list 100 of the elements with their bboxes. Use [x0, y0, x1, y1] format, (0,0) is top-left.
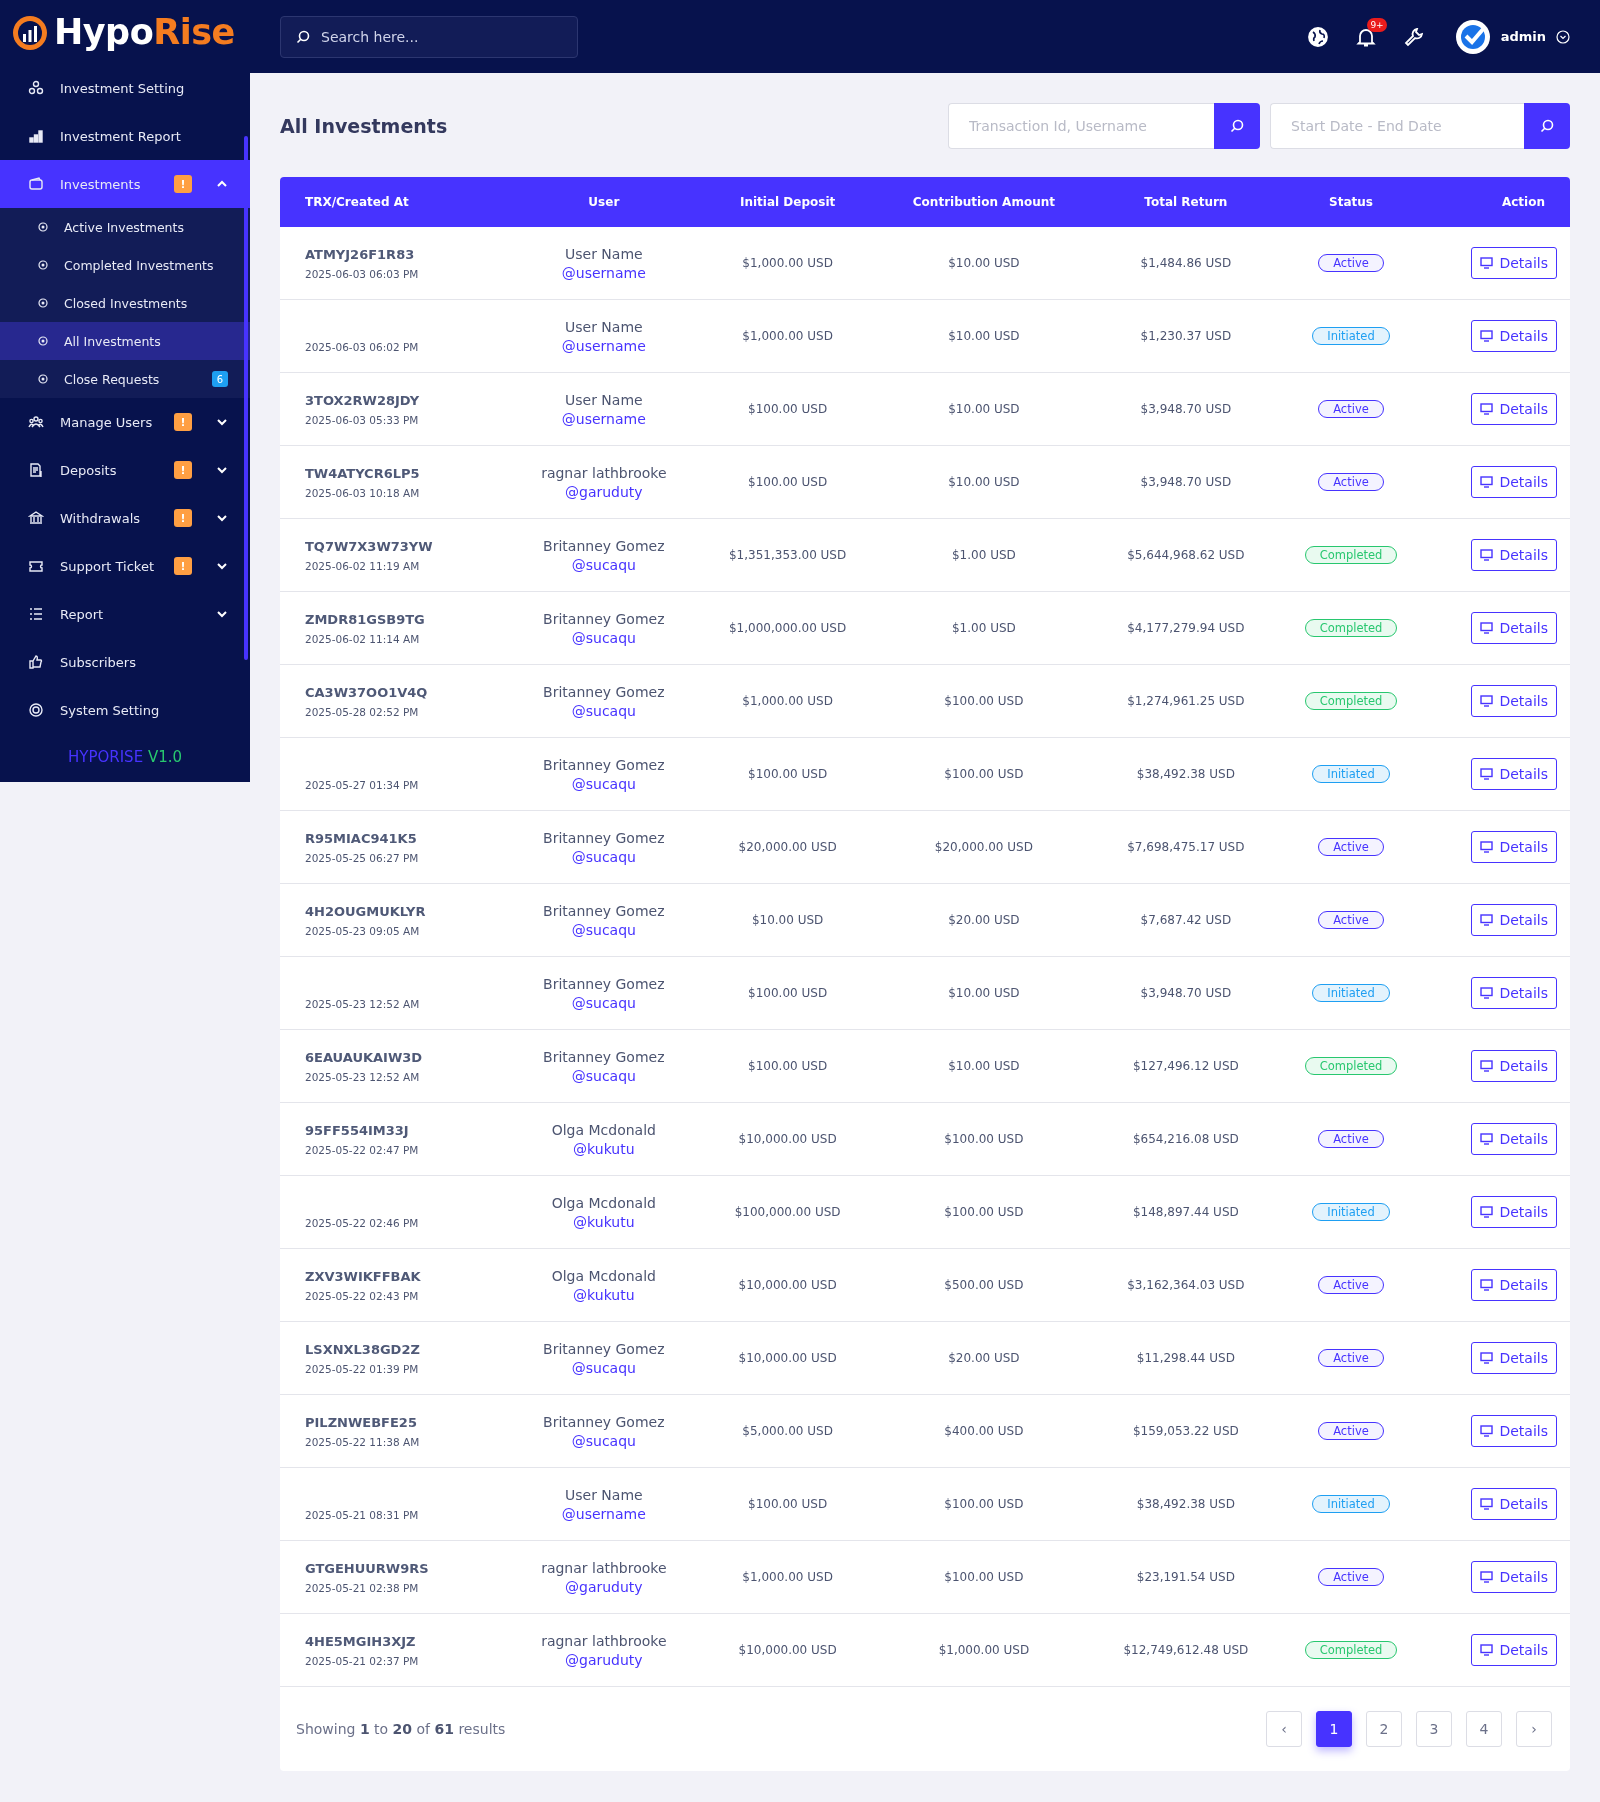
transaction-id: ZMDR81GSB9TG	[305, 611, 426, 628]
username-link[interactable]: @garuduty	[509, 483, 698, 500]
username-link[interactable]: @sucaqu	[509, 994, 698, 1011]
details-button[interactable]: Details	[1471, 904, 1557, 936]
sidebar-item[interactable]: Investments !	[0, 160, 250, 208]
created-date: 2025-06-02 11:19 AM	[305, 559, 421, 572]
sidebar-item[interactable]: Subscribers	[0, 638, 250, 686]
page-button[interactable]: 2	[1366, 1711, 1402, 1747]
username-link[interactable]: @sucaqu	[509, 848, 698, 865]
username-link[interactable]: @sucaqu	[509, 556, 698, 573]
details-button[interactable]: Details	[1471, 1561, 1557, 1593]
username-link[interactable]: @sucaqu	[509, 629, 698, 646]
globe-icon[interactable]	[1306, 25, 1329, 48]
details-button[interactable]: Details	[1471, 1123, 1557, 1155]
details-button[interactable]: Details	[1471, 1269, 1557, 1301]
table-cell: $23,191.54 USD	[1091, 1540, 1281, 1614]
table-cell: $11,298.44 USD	[1091, 1321, 1281, 1395]
user-name: Olga Mcdonald	[550, 1267, 657, 1284]
user-name: Olga Mcdonald	[550, 1194, 657, 1211]
monitor-icon	[1480, 695, 1494, 707]
monitor-icon	[1480, 987, 1494, 999]
details-button[interactable]: Details	[1471, 539, 1557, 571]
column-header: Action	[1421, 177, 1570, 227]
table-cell: $20,000.00 USD	[698, 810, 877, 884]
page-button[interactable]: ‹	[1266, 1711, 1302, 1747]
chevron-icon	[216, 560, 228, 572]
username-link[interactable]: @garuduty	[509, 1651, 698, 1668]
sidebar-item[interactable]: Investment Report	[0, 112, 250, 160]
sidebar-item[interactable]: Support Ticket !	[0, 542, 250, 590]
monitor-icon	[1480, 841, 1494, 853]
username-link[interactable]: @sucaqu	[509, 1067, 698, 1084]
table-cell: $1,000.00 USD	[698, 299, 877, 373]
submenu-item[interactable]: Closed Investments	[0, 284, 250, 322]
details-button[interactable]: Details	[1471, 977, 1557, 1009]
details-button[interactable]: Details	[1471, 393, 1557, 425]
submenu-item[interactable]: Active Investments	[0, 208, 250, 246]
search-field[interactable]: Search here...	[280, 15, 578, 58]
details-button[interactable]: Details	[1471, 685, 1557, 717]
details-button[interactable]: Details	[1471, 247, 1557, 279]
username-link[interactable]: @username	[509, 337, 698, 354]
username-link[interactable]: @sucaqu	[509, 702, 698, 719]
table-cell: $1,000.00 USD	[876, 1613, 1092, 1687]
status-badge: Initiated	[1312, 327, 1390, 345]
details-button[interactable]: Details	[1471, 1634, 1557, 1666]
sidebar-item[interactable]: Withdrawals !	[0, 494, 250, 542]
details-button[interactable]: Details	[1471, 1196, 1557, 1228]
username-link[interactable]: @kukutu	[509, 1140, 698, 1157]
page-button[interactable]: ›	[1516, 1711, 1552, 1747]
username-link[interactable]: @sucaqu	[509, 775, 698, 792]
table-cell: $1,274,961.25 USD	[1091, 664, 1281, 738]
details-button[interactable]: Details	[1471, 320, 1557, 352]
details-button[interactable]: Details	[1471, 1488, 1557, 1520]
user-name[interactable]: admin	[1500, 29, 1546, 44]
search-button[interactable]	[1214, 103, 1260, 149]
username-link[interactable]: @kukutu	[509, 1213, 698, 1230]
username-link[interactable]: @kukutu	[509, 1286, 698, 1303]
submenu-item[interactable]: Completed Investments	[0, 246, 250, 284]
caret-icon[interactable]	[1556, 29, 1570, 44]
alert-badge: !	[174, 557, 192, 575]
page-button[interactable]: 3	[1416, 1711, 1452, 1747]
table-cell: $100.00 USD	[698, 737, 877, 811]
page-button[interactable]: 1	[1316, 1711, 1352, 1747]
sidebar-item[interactable]: Report	[0, 590, 250, 638]
details-button[interactable]: Details	[1471, 1342, 1557, 1374]
created-date: 2025-05-27 01:34 PM	[305, 778, 420, 791]
filter-field[interactable]: Start Date - End Date	[1270, 103, 1524, 149]
filter-field[interactable]: Transaction Id, Username	[948, 103, 1214, 149]
submenu-item[interactable]: All Investments	[0, 322, 250, 360]
user-name: Britanney Gomez	[542, 829, 666, 846]
avatar-icon[interactable]	[1454, 18, 1491, 55]
table-cell: $10.00 USD	[876, 1029, 1092, 1103]
username-link[interactable]: @garuduty	[509, 1578, 698, 1595]
details-button[interactable]: Details	[1471, 831, 1557, 863]
username-link[interactable]: @username	[509, 264, 698, 281]
submenu-item[interactable]: Close Requests 6	[0, 360, 250, 398]
username-link[interactable]: @sucaqu	[509, 921, 698, 938]
sidebar-item[interactable]: Investment Setting	[0, 64, 250, 112]
transaction-id: 4HE5MGIH3XJZ	[305, 1633, 417, 1650]
wrench-icon[interactable]	[1402, 25, 1425, 48]
sidebar-item[interactable]: System Setting	[0, 686, 250, 734]
username-link[interactable]: @sucaqu	[509, 1432, 698, 1449]
details-button[interactable]: Details	[1471, 612, 1557, 644]
sidebar-item[interactable]: Deposits !	[0, 446, 250, 494]
details-button[interactable]: Details	[1471, 758, 1557, 790]
scrollbar[interactable]	[244, 136, 248, 660]
table-cell: $100.00 USD	[698, 372, 877, 446]
details-button[interactable]: Details	[1471, 1050, 1557, 1082]
sidebar-item[interactable]: Manage Users !	[0, 398, 250, 446]
user-name: ragnar lathbrooke	[540, 464, 668, 481]
page-button[interactable]: 4	[1466, 1711, 1502, 1747]
username-link[interactable]: @username	[509, 410, 698, 427]
search-button[interactable]	[1524, 103, 1570, 149]
table-cell: $100.00 USD	[876, 1540, 1092, 1614]
details-button[interactable]: Details	[1471, 466, 1557, 498]
username-link[interactable]: @sucaqu	[509, 1359, 698, 1376]
user-name: Olga Mcdonald	[550, 1121, 657, 1138]
table-cell: $100.00 USD	[876, 1175, 1092, 1249]
username-link[interactable]: @username	[509, 1505, 698, 1522]
table-cell: $500.00 USD	[876, 1248, 1092, 1322]
details-button[interactable]: Details	[1471, 1415, 1557, 1447]
